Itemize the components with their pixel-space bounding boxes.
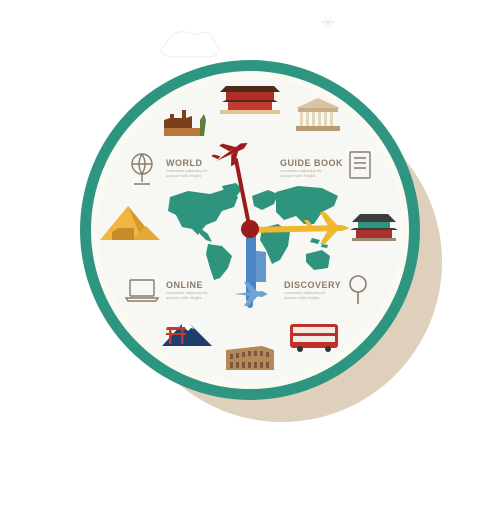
world-subtext-2: quisque mollis fringilla. [166, 174, 203, 178]
online-subtext-1: consectetur adipiscing elit, [166, 291, 209, 295]
travel-clock-illustration: WORLD consectetur adipiscing elit, quisq… [0, 0, 500, 500]
forbidden-city-icon [220, 86, 280, 114]
double-decker-bus-icon [290, 324, 338, 352]
world-label: WORLD [166, 158, 203, 168]
online-label: ONLINE [166, 280, 204, 290]
world-subtext-1: consectetur adipiscing elit, [166, 169, 209, 173]
colosseum-icon [226, 346, 274, 370]
guide-book-subtext-1: consectetur adipiscing elit, [280, 169, 323, 173]
decor-doodles [160, 17, 334, 58]
guide-book-label: GUIDE BOOK [280, 158, 344, 168]
discovery-label: DISCOVERY [284, 280, 342, 290]
discovery-subtext-1: consectetur adipiscing elit, [284, 291, 327, 295]
online-subtext-2: quisque mollis fringilla. [166, 296, 203, 300]
clock-svg [80, 17, 442, 422]
discovery-subtext-2: quisque mollis fringilla. [284, 296, 321, 300]
guide-book-subtext-2: quisque mollis fringilla. [280, 174, 317, 178]
